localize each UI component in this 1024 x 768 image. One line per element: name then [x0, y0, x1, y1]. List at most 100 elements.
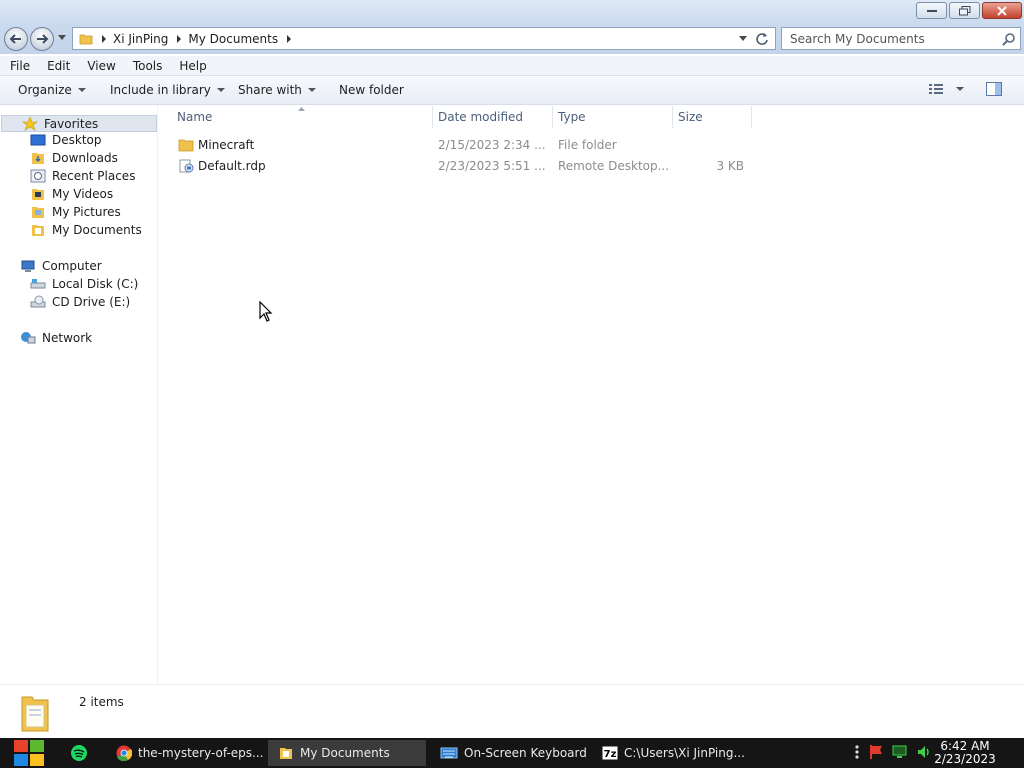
- menu-file[interactable]: File: [0, 59, 38, 73]
- file-row[interactable]: Minecraft 2/15/2023 2:34 ... File folder: [176, 135, 751, 155]
- nav-my-videos-label: My Videos: [52, 187, 114, 201]
- nav-my-pictures[interactable]: My Pictures: [30, 205, 121, 219]
- recent-places-icon: [30, 169, 46, 183]
- file-date: 2/23/2023 5:51 ...: [438, 159, 546, 173]
- taskbar: the-mystery-of-eps... My Documents On-Sc…: [0, 738, 1024, 768]
- nav-network[interactable]: Network: [20, 331, 92, 345]
- column-type-label: Type: [558, 110, 586, 124]
- start-button[interactable]: [0, 738, 58, 768]
- restore-icon: [958, 5, 970, 15]
- taskbar-explorer[interactable]: My Documents: [268, 740, 426, 766]
- forward-button[interactable]: [30, 27, 54, 51]
- breadcrumb-my-documents[interactable]: My Documents: [188, 32, 278, 46]
- menu-edit[interactable]: Edit: [37, 59, 78, 73]
- videos-folder-icon: [32, 189, 44, 200]
- taskbar-clock[interactable]: 6:42 AM 2/23/2023: [932, 740, 998, 766]
- column-divider[interactable]: [432, 106, 433, 128]
- chevron-down-icon[interactable]: [956, 87, 964, 91]
- column-header-size[interactable]: Size: [678, 107, 703, 127]
- column-header-name[interactable]: Name: [177, 107, 212, 127]
- nav-my-videos[interactable]: My Videos: [30, 187, 113, 201]
- keyboard-icon: [440, 747, 458, 759]
- address-history-dropdown-icon[interactable]: [739, 36, 747, 41]
- action-center-flag-icon[interactable]: [868, 744, 884, 760]
- column-divider[interactable]: [552, 106, 553, 128]
- mouse-cursor-icon: [259, 301, 273, 322]
- nav-my-documents[interactable]: My Documents: [30, 223, 142, 237]
- menu-view[interactable]: View: [77, 59, 123, 73]
- nav-computer[interactable]: Computer: [20, 259, 102, 273]
- documents-folder-icon: [280, 748, 292, 759]
- status-item-count: 2 items: [79, 695, 124, 709]
- recent-pages-dropdown-icon[interactable]: [58, 35, 66, 40]
- taskbar-chrome[interactable]: the-mystery-of-eps...: [106, 740, 264, 766]
- address-bar[interactable]: Xi JinPing My Documents: [72, 27, 776, 50]
- change-view-button[interactable]: [928, 82, 964, 96]
- 7zip-icon: 7z: [602, 746, 618, 760]
- nav-local-disk-label: Local Disk (C:): [52, 277, 139, 291]
- network-status-icon[interactable]: [892, 744, 908, 760]
- rdp-file-icon: [179, 159, 194, 173]
- maximize-button[interactable]: [949, 2, 980, 19]
- chevron-down-icon: [77, 88, 86, 92]
- nav-downloads-label: Downloads: [52, 151, 118, 165]
- chevron-down-icon: [216, 88, 225, 92]
- nav-favorites-label: Favorites: [44, 116, 99, 131]
- chevron-right-icon[interactable]: [286, 34, 292, 43]
- include-in-library-button[interactable]: Include in library: [110, 83, 225, 97]
- search-icon[interactable]: [1002, 32, 1016, 46]
- taskbar-on-screen-keyboard[interactable]: On-Screen Keyboard: [430, 740, 588, 766]
- spotify-taskbar-button[interactable]: [70, 744, 88, 765]
- search-input[interactable]: [790, 31, 990, 46]
- taskbar-chrome-label: the-mystery-of-eps...: [138, 746, 264, 760]
- window-title-bar[interactable]: [0, 0, 1024, 24]
- preview-pane-icon[interactable]: [986, 82, 1002, 96]
- column-header-date-modified[interactable]: Date modified: [438, 107, 523, 127]
- column-name-label: Name: [177, 110, 213, 124]
- column-size-label: Size: [678, 110, 703, 124]
- new-folder-button[interactable]: New folder: [339, 83, 404, 97]
- computer-icon: [21, 260, 35, 272]
- volume-icon[interactable]: [916, 744, 932, 760]
- file-row[interactable]: Default.rdp 2/23/2023 5:51 ... Remote De…: [176, 156, 751, 176]
- share-with-button[interactable]: Share with: [238, 83, 316, 97]
- menu-help[interactable]: Help: [169, 59, 214, 73]
- file-type: Remote Desktop...: [558, 159, 670, 173]
- new-folder-label: New folder: [339, 83, 404, 97]
- taskbar-7zip[interactable]: 7z C:\Users\Xi JinPing...: [592, 740, 750, 766]
- pictures-folder-icon: [32, 207, 44, 218]
- hard-drive-icon: [30, 279, 46, 289]
- share-with-label: Share with: [238, 83, 302, 97]
- breadcrumb-user[interactable]: Xi JinPing: [113, 32, 168, 46]
- close-icon: [997, 5, 1007, 16]
- nav-network-label: Network: [42, 331, 93, 345]
- minimize-button[interactable]: [916, 2, 947, 19]
- chevron-right-icon[interactable]: [101, 34, 107, 43]
- file-date: 2/15/2023 2:34 ...: [438, 138, 546, 152]
- file-name: Minecraft: [198, 138, 255, 152]
- nav-recent-places[interactable]: Recent Places: [30, 169, 135, 183]
- nav-cd-drive[interactable]: CD Drive (E:): [30, 295, 130, 309]
- column-divider[interactable]: [751, 106, 752, 128]
- network-icon: [21, 332, 36, 344]
- organize-button[interactable]: Organize: [18, 83, 86, 97]
- nav-my-documents-label: My Documents: [52, 223, 142, 237]
- nav-desktop[interactable]: Desktop: [30, 133, 102, 147]
- include-in-library-label: Include in library: [110, 83, 211, 97]
- refresh-icon[interactable]: [755, 32, 769, 46]
- chrome-icon: [116, 745, 132, 761]
- windows-logo-icon: [14, 740, 44, 766]
- nav-desktop-label: Desktop: [52, 133, 102, 147]
- column-header-type[interactable]: Type: [558, 107, 586, 127]
- nav-downloads[interactable]: Downloads: [30, 151, 118, 165]
- svg-text:7z: 7z: [604, 749, 617, 760]
- column-divider[interactable]: [672, 106, 673, 128]
- search-box[interactable]: [781, 27, 1021, 50]
- nav-favorites[interactable]: Favorites: [1, 115, 157, 132]
- menu-tools[interactable]: Tools: [123, 59, 171, 73]
- nav-local-disk[interactable]: Local Disk (C:): [30, 277, 138, 291]
- back-button[interactable]: [4, 27, 28, 51]
- more-vertical-icon[interactable]: [854, 744, 860, 760]
- chevron-right-icon[interactable]: [176, 34, 182, 43]
- close-button[interactable]: [982, 2, 1022, 19]
